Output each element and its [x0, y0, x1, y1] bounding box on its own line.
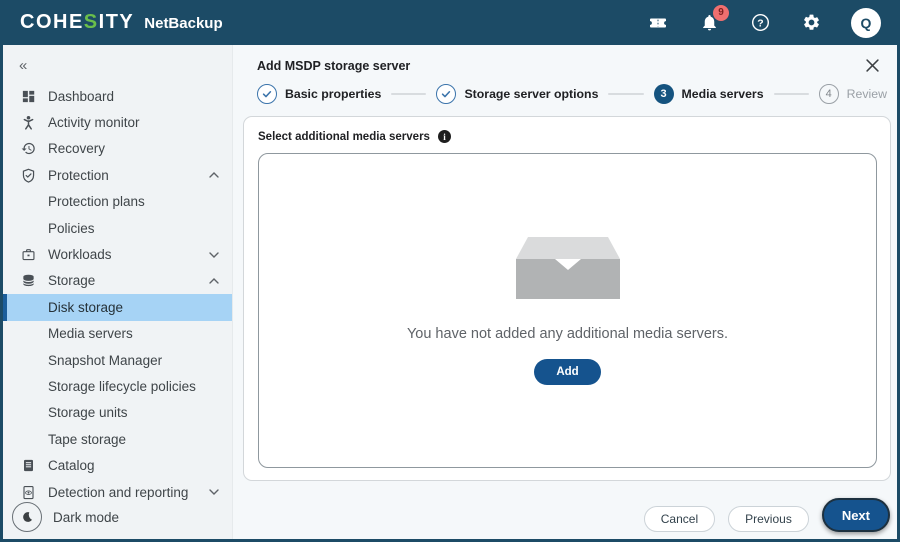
- detection-report-eye-icon: [20, 484, 36, 500]
- moon-icon: [12, 502, 42, 532]
- protection-shield-icon: [20, 167, 36, 183]
- sidebar-item-label: Workloads: [48, 247, 112, 262]
- product-name: NetBackup: [144, 15, 222, 32]
- sidebar-item-activity-monitor[interactable]: Activity monitor: [3, 109, 232, 135]
- next-button[interactable]: Next: [822, 498, 890, 532]
- step-label: Review: [847, 87, 887, 101]
- activity-monitor-icon: [20, 115, 36, 131]
- dark-mode-label: Dark mode: [53, 510, 119, 525]
- sidebar-navigation: « Dashboard Activity monitor: [3, 45, 233, 539]
- section-title: Select additional media servers: [258, 131, 430, 143]
- sidebar-item-media-servers[interactable]: Media servers: [3, 321, 232, 347]
- recovery-history-icon: [20, 141, 36, 157]
- empty-inbox-icon: [516, 237, 620, 299]
- step-connector: [391, 93, 426, 95]
- sidebar-item-label: Storage units: [48, 405, 128, 420]
- user-avatar[interactable]: Q: [851, 8, 881, 38]
- step-check-icon: [436, 84, 456, 104]
- dark-mode-toggle[interactable]: Dark mode: [12, 502, 119, 532]
- step-media-servers[interactable]: 3 Media servers: [654, 84, 764, 104]
- wizard-stepper: Basic properties Storage server options …: [233, 78, 897, 112]
- sidebar-item-label: Activity monitor: [48, 115, 140, 130]
- cancel-button[interactable]: Cancel: [644, 506, 715, 532]
- step-storage-server-options[interactable]: Storage server options: [436, 84, 598, 104]
- media-servers-empty-list: You have not added any additional media …: [258, 153, 877, 468]
- topbar-actions: 9 ? Q: [647, 8, 881, 38]
- sidebar-item-label: Recovery: [48, 141, 105, 156]
- sidebar-item-storage-lifecycle-policies[interactable]: Storage lifecycle policies: [3, 373, 232, 399]
- sidebar-item-recovery[interactable]: Recovery: [3, 136, 232, 162]
- sidebar-item-label: Tape storage: [48, 432, 126, 447]
- sidebar-item-label: Storage: [48, 273, 95, 288]
- brand-logo: COHESITY NetBackup: [20, 11, 223, 34]
- dashboard-icon: [20, 88, 36, 104]
- sidebar-collapse-button[interactable]: «: [3, 53, 232, 77]
- sidebar-item-label: Catalog: [48, 458, 95, 473]
- sidebar-item-label: Storage lifecycle policies: [48, 379, 196, 394]
- sidebar-item-label: Dashboard: [48, 89, 114, 104]
- sidebar-item-protection-plans[interactable]: Protection plans: [3, 189, 232, 215]
- sidebar-item-disk-storage[interactable]: Disk storage: [3, 294, 232, 320]
- sidebar-item-label: Snapshot Manager: [48, 353, 162, 368]
- close-icon[interactable]: [864, 57, 881, 74]
- step-basic-properties[interactable]: Basic properties: [257, 84, 381, 104]
- media-servers-card: Select additional media servers i You ha…: [243, 116, 891, 481]
- cohesity-logo-text: COHESITY: [20, 11, 134, 34]
- sidebar-item-label: Protection plans: [48, 194, 145, 209]
- chevron-up-icon: [209, 278, 219, 284]
- svg-text:?: ?: [757, 18, 763, 29]
- sidebar-item-label: Media servers: [48, 326, 133, 341]
- wizard-panel: Add MSDP storage server Basic properties: [233, 45, 897, 539]
- chevron-down-icon: [209, 489, 219, 495]
- sidebar-item-label: Policies: [48, 221, 95, 236]
- sidebar-item-protection[interactable]: Protection: [3, 162, 232, 188]
- sidebar-item-snapshot-manager[interactable]: Snapshot Manager: [3, 347, 232, 373]
- chevron-down-icon: [209, 252, 219, 258]
- sidebar-item-storage[interactable]: Storage: [3, 268, 232, 294]
- sidebar-item-label: Disk storage: [48, 300, 123, 315]
- step-connector: [774, 93, 809, 95]
- notification-count-badge: 9: [713, 5, 729, 21]
- step-number: 4: [819, 84, 839, 104]
- empty-state-text: You have not added any additional media …: [407, 326, 728, 342]
- add-button[interactable]: Add: [534, 359, 600, 385]
- sidebar-item-workloads[interactable]: Workloads: [3, 241, 232, 267]
- sidebar-item-label: Detection and reporting: [48, 485, 188, 500]
- ticket-icon[interactable]: [647, 12, 669, 34]
- chevron-up-icon: [209, 172, 219, 178]
- top-navigation-bar: COHESITY NetBackup 9: [3, 0, 897, 45]
- step-check-icon: [257, 84, 277, 104]
- help-icon[interactable]: ?: [749, 12, 771, 34]
- sidebar-item-catalog[interactable]: Catalog: [3, 452, 232, 478]
- storage-database-icon: [20, 273, 36, 289]
- sidebar-item-storage-units[interactable]: Storage units: [3, 400, 232, 426]
- settings-gear-icon[interactable]: [800, 12, 822, 34]
- step-review[interactable]: 4 Review: [819, 84, 887, 104]
- step-label: Media servers: [682, 87, 764, 101]
- wizard-title: Add MSDP storage server: [257, 59, 410, 73]
- workloads-briefcase-icon: [20, 247, 36, 263]
- app-window: COHESITY NetBackup 9: [0, 0, 900, 542]
- sidebar-item-label: Protection: [48, 168, 109, 183]
- notifications-bell-icon[interactable]: 9: [698, 12, 720, 34]
- wizard-titlebar: Add MSDP storage server: [233, 45, 897, 78]
- catalog-book-icon: [20, 458, 36, 474]
- sidebar-item-dashboard[interactable]: Dashboard: [3, 83, 232, 109]
- sidebar-item-tape-storage[interactable]: Tape storage: [3, 426, 232, 452]
- info-icon[interactable]: i: [438, 130, 451, 143]
- sidebar-item-policies[interactable]: Policies: [3, 215, 232, 241]
- step-label: Basic properties: [285, 87, 381, 101]
- step-connector: [608, 93, 643, 95]
- previous-button[interactable]: Previous: [728, 506, 809, 532]
- wizard-footer: Cancel Previous Next: [233, 481, 897, 539]
- step-number: 3: [654, 84, 674, 104]
- step-label: Storage server options: [464, 87, 598, 101]
